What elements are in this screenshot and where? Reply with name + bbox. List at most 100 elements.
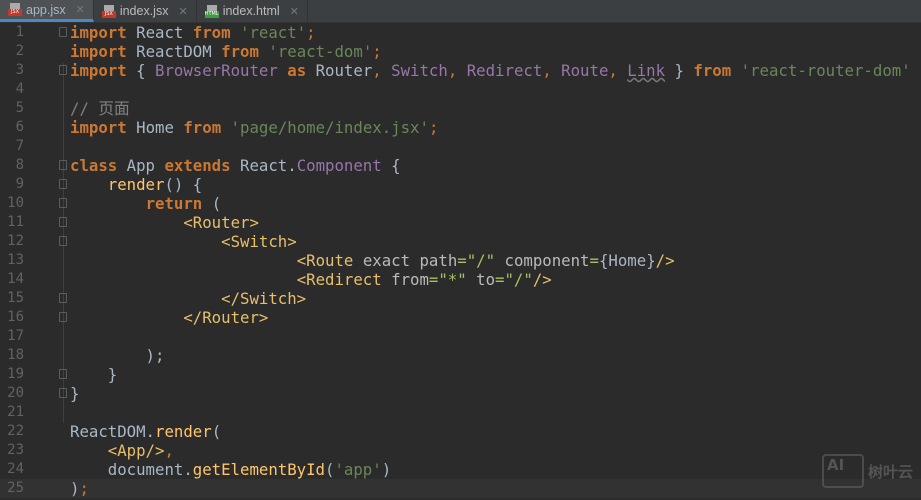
code-text: </Switch>: [70, 289, 306, 308]
code-line[interactable]: 2 import ReactDOM from 'react-dom';: [0, 42, 921, 61]
fold-icon[interactable]: [59, 369, 67, 379]
line-number: 13: [7, 252, 24, 268]
code-line[interactable]: 10 return (: [0, 194, 921, 213]
code-token: 'react-router-dom': [740, 61, 911, 80]
code-token: import: [70, 23, 137, 42]
code-line[interactable]: 11 <Router>: [0, 213, 921, 232]
code-line[interactable]: 21: [0, 403, 921, 422]
code-token: ,: [372, 61, 392, 80]
code-token: ="/": [457, 251, 505, 270]
code-text: ReactDOM.render(: [70, 422, 221, 441]
fold-icon[interactable]: [59, 27, 67, 37]
code-line[interactable]: 23 <App/>,: [0, 441, 921, 460]
code-line[interactable]: 15 </Switch>: [0, 289, 921, 308]
code-token: from: [192, 23, 241, 42]
code-line[interactable]: 7: [0, 137, 921, 156]
line-number: 12: [7, 233, 24, 249]
code-line[interactable]: 5 // 页面: [0, 99, 921, 118]
close-icon[interactable]: ✕: [76, 3, 85, 16]
fold-icon[interactable]: [59, 312, 67, 322]
code-token: document.: [70, 460, 193, 479]
code-text: import ReactDOM from 'react-dom';: [70, 42, 382, 61]
code-line[interactable]: 24 document.getElementById('app'): [0, 460, 921, 479]
html-file-icon: HTML: [204, 4, 219, 18]
code-line[interactable]: 19 }: [0, 365, 921, 384]
code-line[interactable]: 17: [0, 327, 921, 346]
code-line[interactable]: 12 <Switch>: [0, 232, 921, 251]
fold-icon[interactable]: [59, 388, 67, 398]
code-text: );: [70, 346, 165, 365]
line-number: 16: [7, 309, 24, 325]
code-token: (: [211, 422, 222, 441]
code-token: React: [136, 23, 193, 42]
fold-icon[interactable]: [59, 179, 67, 189]
code-line[interactable]: 8 class App extends React.Component {: [0, 156, 921, 175]
code-line[interactable]: 25);: [0, 479, 921, 498]
code-token: 'react': [240, 23, 307, 42]
code-token: ,: [542, 61, 562, 80]
code-token: from: [391, 270, 429, 289]
code-text: }: [70, 384, 79, 403]
line-number: 23: [7, 442, 24, 458]
line-number: 7: [15, 138, 24, 154]
code-line[interactable]: 18 );: [0, 346, 921, 365]
code-line[interactable]: 16 </Router>: [0, 308, 921, 327]
fold-icon[interactable]: [59, 217, 67, 227]
code-text: </Router>: [70, 308, 268, 327]
fold-icon[interactable]: [59, 293, 67, 303]
tab-label: index.html: [222, 4, 280, 18]
fold-icon[interactable]: [59, 236, 67, 246]
code-line[interactable]: 9 render() {: [0, 175, 921, 194]
line-number: 3: [15, 62, 24, 78]
code-token: 'app': [334, 460, 382, 479]
code-editor[interactable]: 1 import React from 'react'; 2 import React…: [0, 23, 921, 498]
tab-app-jsx[interactable]: JSX app.jsx ✕: [0, 0, 94, 22]
code-line[interactable]: 3 import { BrowserRouter as Router, Switc…: [0, 61, 921, 80]
code-text: );: [70, 479, 89, 498]
jsx-file-icon: JSX: [101, 4, 116, 18]
code-line[interactable]: 22 ReactDOM.render(: [0, 422, 921, 441]
code-line[interactable]: 6 import Home from 'page/home/index.jsx';: [0, 118, 921, 137]
code-token: ReactDOM.: [70, 422, 156, 441]
code-token: as: [287, 61, 316, 80]
line-number: 18: [7, 347, 24, 363]
code-line[interactable]: 14 <Redirect from="*" to="/"/>: [0, 270, 921, 289]
line-number: 1: [15, 24, 24, 40]
close-icon[interactable]: ✕: [178, 5, 187, 18]
code-token: />: [532, 270, 552, 289]
code-token: }: [70, 384, 80, 403]
code-token: =: [589, 251, 599, 270]
code-token: Component: [296, 156, 382, 175]
code-line[interactable]: 1 import React from 'react';: [0, 23, 921, 42]
line-number: 25: [7, 480, 24, 496]
code-text: // 页面: [70, 99, 130, 118]
code-token: ;: [428, 118, 439, 137]
tab-index-jsx[interactable]: JSX index.jsx ✕: [94, 0, 197, 22]
fold-icon[interactable]: [59, 65, 67, 75]
close-icon[interactable]: ✕: [290, 5, 299, 18]
code-line[interactable]: 13 <Route exact path="/" component={Home…: [0, 251, 921, 270]
line-number: 11: [7, 214, 24, 230]
fold-icon[interactable]: [59, 160, 67, 170]
code-token: ReactDOM: [136, 42, 222, 61]
code-line[interactable]: 4: [0, 80, 921, 99]
code-token: ;: [372, 42, 382, 61]
code-text: <Switch>: [70, 232, 297, 251]
code-token: <Router>: [183, 213, 259, 232]
code-token: }: [70, 365, 118, 384]
code-token: extends: [164, 156, 241, 175]
tab-index-html[interactable]: HTML index.html ✕: [197, 0, 308, 22]
line-number: 2: [15, 43, 24, 59]
code-token: {: [136, 61, 156, 80]
code-token: Redirect: [466, 61, 543, 80]
fold-icon[interactable]: [59, 198, 67, 208]
watermark-logo: AI: [821, 454, 864, 488]
code-line[interactable]: 20}: [0, 384, 921, 403]
code-token: }: [665, 61, 694, 80]
code-token: ,: [608, 61, 628, 80]
